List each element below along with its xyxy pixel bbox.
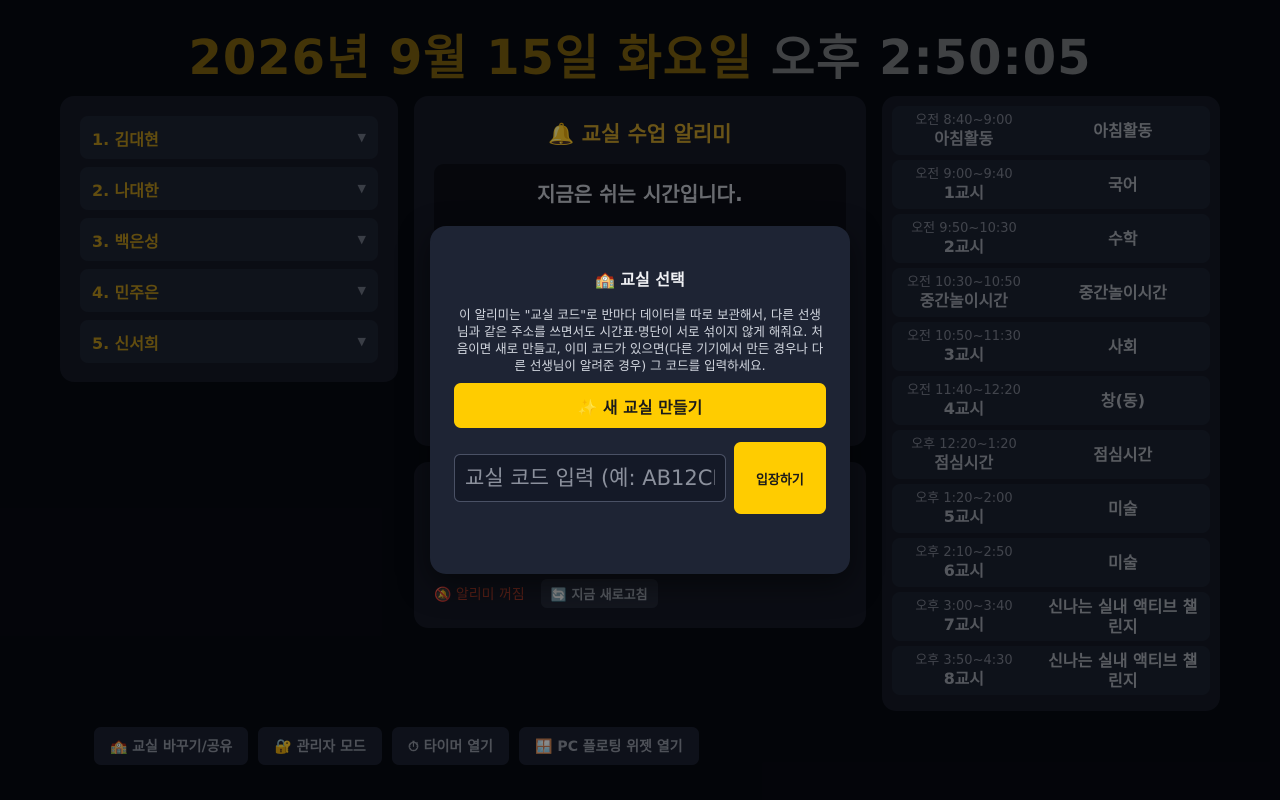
join-button[interactable]: 입장하기 <box>734 442 826 514</box>
classroom-select-modal: 🏫 교실 선택 이 알리미는 "교실 코드"로 반마다 데이터를 따로 보관해서… <box>430 226 850 574</box>
classroom-code-input[interactable] <box>454 454 726 502</box>
modal-title: 🏫 교실 선택 <box>595 270 685 289</box>
modal-description: 이 알리미는 "교실 코드"로 반마다 데이터를 따로 보관해서, 다른 선생님… <box>456 307 824 373</box>
create-classroom-button[interactable]: ✨ 새 교실 만들기 <box>454 383 826 428</box>
